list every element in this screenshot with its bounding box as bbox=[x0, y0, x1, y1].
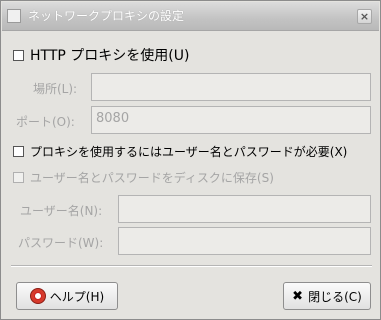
auth-required-checkbox-row[interactable]: プロキシを使用するにはユーザー名とパスワードが必要(X) bbox=[13, 143, 347, 160]
username-label: ユーザー名(N): bbox=[20, 204, 103, 218]
use-http-proxy-label: HTTP プロキシを使用(U) bbox=[30, 48, 190, 64]
button-separator bbox=[11, 265, 372, 267]
auth-required-checkbox[interactable] bbox=[13, 146, 24, 157]
port-field[interactable]: 8080 bbox=[91, 106, 371, 134]
username-field[interactable] bbox=[118, 195, 371, 223]
save-credentials-checkbox[interactable] bbox=[13, 172, 24, 183]
close-button[interactable]: ✖ 閉じる(C) bbox=[283, 282, 371, 310]
help-button[interactable]: ヘルプ(H) bbox=[16, 282, 118, 310]
window-title: ネットワークプロキシの設定 bbox=[28, 9, 185, 23]
save-credentials-checkbox-row[interactable]: ユーザー名とパスワードをディスクに保存(S) bbox=[13, 169, 274, 186]
window-close-button[interactable]: × bbox=[357, 9, 372, 24]
use-http-proxy-checkbox-row[interactable]: HTTP プロキシを使用(U) bbox=[13, 45, 189, 65]
password-label: パスワード(W): bbox=[18, 236, 104, 250]
close-icon: ✖ bbox=[292, 288, 304, 304]
password-field[interactable] bbox=[118, 227, 371, 255]
use-http-proxy-checkbox[interactable] bbox=[13, 49, 24, 61]
save-credentials-label: ユーザー名とパスワードをディスクに保存(S) bbox=[30, 171, 274, 185]
help-button-label: ヘルプ(H) bbox=[49, 289, 105, 304]
close-button-label: 閉じる(C) bbox=[308, 289, 362, 304]
lifebuoy-icon bbox=[29, 288, 46, 304]
window-icon bbox=[7, 9, 21, 23]
location-field[interactable] bbox=[91, 73, 371, 101]
location-label: 場所(L): bbox=[33, 82, 78, 96]
title-bar[interactable]: ネットワークプロキシの設定 × bbox=[2, 2, 379, 31]
auth-required-label: プロキシを使用するにはユーザー名とパスワードが必要(X) bbox=[30, 145, 348, 159]
proxy-settings-dialog: ネットワークプロキシの設定 × HTTP プロキシを使用(U) 場所(L): ポ… bbox=[0, 0, 381, 320]
port-label: ポート(O): bbox=[16, 115, 75, 129]
